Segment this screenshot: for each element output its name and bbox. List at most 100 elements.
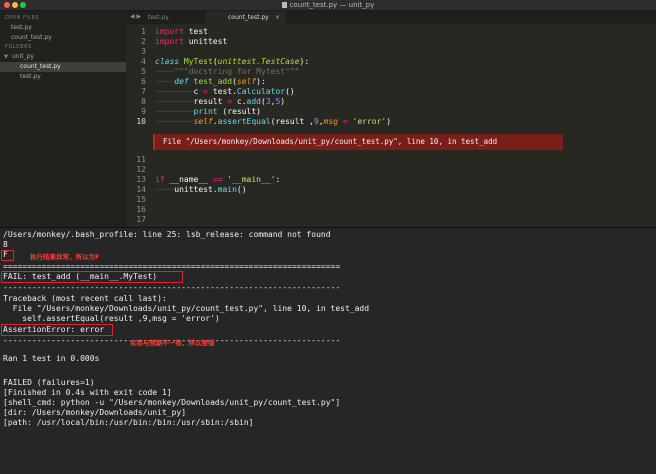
- output-line: [path: /usr/local/bin:/usr/bin:/bin:/usr…: [3, 418, 254, 427]
- code-token: 'error': [352, 117, 387, 126]
- code-token: ────────: [155, 107, 194, 116]
- code-token: ────: [155, 185, 175, 194]
- line-number: 5: [141, 67, 146, 76]
- open-file-label: count_test.py: [11, 34, 52, 41]
- output-line: FAILED (failures=1): [3, 378, 95, 387]
- tab-label: test.py: [148, 14, 169, 21]
- folder-item-unit-py[interactable]: ▼ unit_py: [0, 52, 126, 62]
- folder-file-item[interactable]: count_test.py: [0, 62, 126, 72]
- code-token: test: [183, 27, 208, 36]
- code-token: __name__: [164, 175, 213, 184]
- annotation-text: 执行结果异常，所以为F: [30, 253, 100, 261]
- code-line: ────────self.assertEqual(result ,9,msg =…: [155, 117, 391, 127]
- code-line: class MyTest(unittest.TestCase):: [155, 57, 309, 67]
- code-token: =: [338, 117, 353, 126]
- code-line: ────────result = c.add(3,5): [155, 97, 285, 107]
- code-token: main: [217, 185, 237, 194]
- code-token: ────────: [155, 87, 194, 96]
- code-token: unittest.: [174, 185, 218, 194]
- code-token: unittest: [183, 37, 228, 46]
- window-title-area: count_test.py — unit_py: [0, 1, 656, 10]
- output-line: ----------------------------------------…: [3, 283, 341, 292]
- code-token: self: [193, 117, 213, 126]
- inline-error-annotation[interactable]: File "/Users/monkey/Downloads/unit_py/co…: [153, 134, 563, 150]
- open-file-item[interactable]: count_test.py: [0, 33, 126, 43]
- code-token: add: [246, 97, 261, 106]
- code-line: ────"""docstring for Mytest""": [155, 67, 300, 77]
- code-token: print: [193, 107, 218, 116]
- code-token: if: [155, 175, 165, 184]
- tab-bar: ◀ ▶ test.py count_test.py ×: [126, 11, 656, 24]
- code-token: import: [155, 37, 184, 46]
- code-token: ────────: [155, 97, 194, 106]
- code-token: ────: [155, 67, 175, 76]
- tab-test-py[interactable]: test.py: [126, 11, 206, 24]
- open-file-item[interactable]: test.py: [0, 23, 126, 33]
- sidebar: OPEN FILES test.py count_test.py FOLDERS…: [0, 11, 126, 227]
- code-token: assertEqual: [217, 117, 271, 126]
- output-line: Ran 1 test in 0.000s: [3, 354, 100, 363]
- folder-label: unit_py: [12, 53, 34, 60]
- code-token: ────: [155, 77, 175, 86]
- line-number: 8: [141, 97, 146, 106]
- folder-file-label: test.py: [20, 73, 41, 80]
- code-token: test_add: [188, 77, 233, 86]
- code-token: '__main__': [227, 175, 276, 184]
- line-number: 12: [136, 165, 146, 174]
- code-token: :: [275, 175, 281, 184]
- code-line: import unittest: [155, 37, 227, 47]
- code-token: self: [236, 77, 257, 86]
- close-tab-icon[interactable]: ×: [275, 11, 280, 24]
- tab-label: count_test.py: [228, 14, 269, 21]
- line-number: 13: [136, 175, 146, 184]
- code-token: (result ,: [270, 117, 314, 126]
- folder-file-label: count_test.py: [20, 63, 61, 70]
- code-token: (result): [217, 107, 261, 116]
- annotation-text: 实际与预期不一致，所以报错: [130, 339, 215, 347]
- line-number: 9: [141, 107, 146, 116]
- code-editor[interactable]: 1 2 3 4 5 6 7 8 9 10 11 12 13 14 15 16 1…: [126, 24, 656, 227]
- code-line: ────────print (result): [155, 107, 261, 117]
- code-token: MyTest: [179, 57, 213, 66]
- line-number: 15: [136, 195, 146, 204]
- code-token: import: [155, 27, 184, 36]
- app-window: count_test.py — unit_py OPEN FILES test.…: [0, 0, 656, 474]
- open-files-heading: OPEN FILES: [5, 15, 39, 21]
- output-line: File "/Users/monkey/Downloads/unit_py/co…: [3, 304, 370, 313]
- output-line: [Finished in 0.4s with exit code 1]: [3, 388, 172, 397]
- line-number: 1: [141, 27, 146, 36]
- line-number: 3: [141, 47, 146, 56]
- output-line: Traceback (most recent call last):: [3, 294, 167, 303]
- line-number: 17: [136, 215, 146, 224]
- open-file-label: test.py: [11, 24, 32, 31]
- code-token: (): [285, 87, 295, 96]
- folder-file-item[interactable]: test.py: [0, 72, 126, 82]
- code-token: test.: [208, 87, 237, 96]
- chevron-down-icon: ▼: [4, 54, 8, 60]
- file-icon: [281, 2, 287, 8]
- highlight-box-fail: [1, 271, 183, 283]
- code-line: ────────c = test.Calculator(): [155, 87, 295, 97]
- output-line: 8: [3, 240, 8, 249]
- code-token: unittest.TestCase: [217, 57, 300, 66]
- code-token: c: [193, 87, 204, 96]
- highlight-box-assertion: [1, 324, 113, 336]
- code-line: if __name__ == '__main__':: [155, 175, 280, 185]
- line-number: 7: [141, 87, 146, 96]
- code-token: ): [280, 97, 286, 106]
- tab-count-test-py[interactable]: count_test.py ×: [206, 11, 286, 24]
- line-number: 6: [141, 77, 146, 86]
- build-output-panel[interactable]: /Users/monkey/.bash_profile: line 25: ls…: [0, 227, 656, 474]
- highlight-box-f: [1, 250, 14, 261]
- output-line: [dir: /Users/monkey/Downloads/unit_py]: [3, 408, 187, 417]
- code-line: import test: [155, 27, 208, 37]
- line-number: 14: [136, 185, 146, 194]
- code-token: class: [155, 57, 180, 66]
- code-line: ────def test_add(self):: [155, 77, 266, 87]
- folders-heading: FOLDERS: [5, 44, 32, 50]
- code-token: ):: [256, 77, 266, 86]
- window-title: count_test.py — unit_py: [289, 1, 375, 9]
- code-token: ): [386, 117, 392, 126]
- code-token: ):: [299, 57, 310, 66]
- code-token: ==: [212, 175, 223, 184]
